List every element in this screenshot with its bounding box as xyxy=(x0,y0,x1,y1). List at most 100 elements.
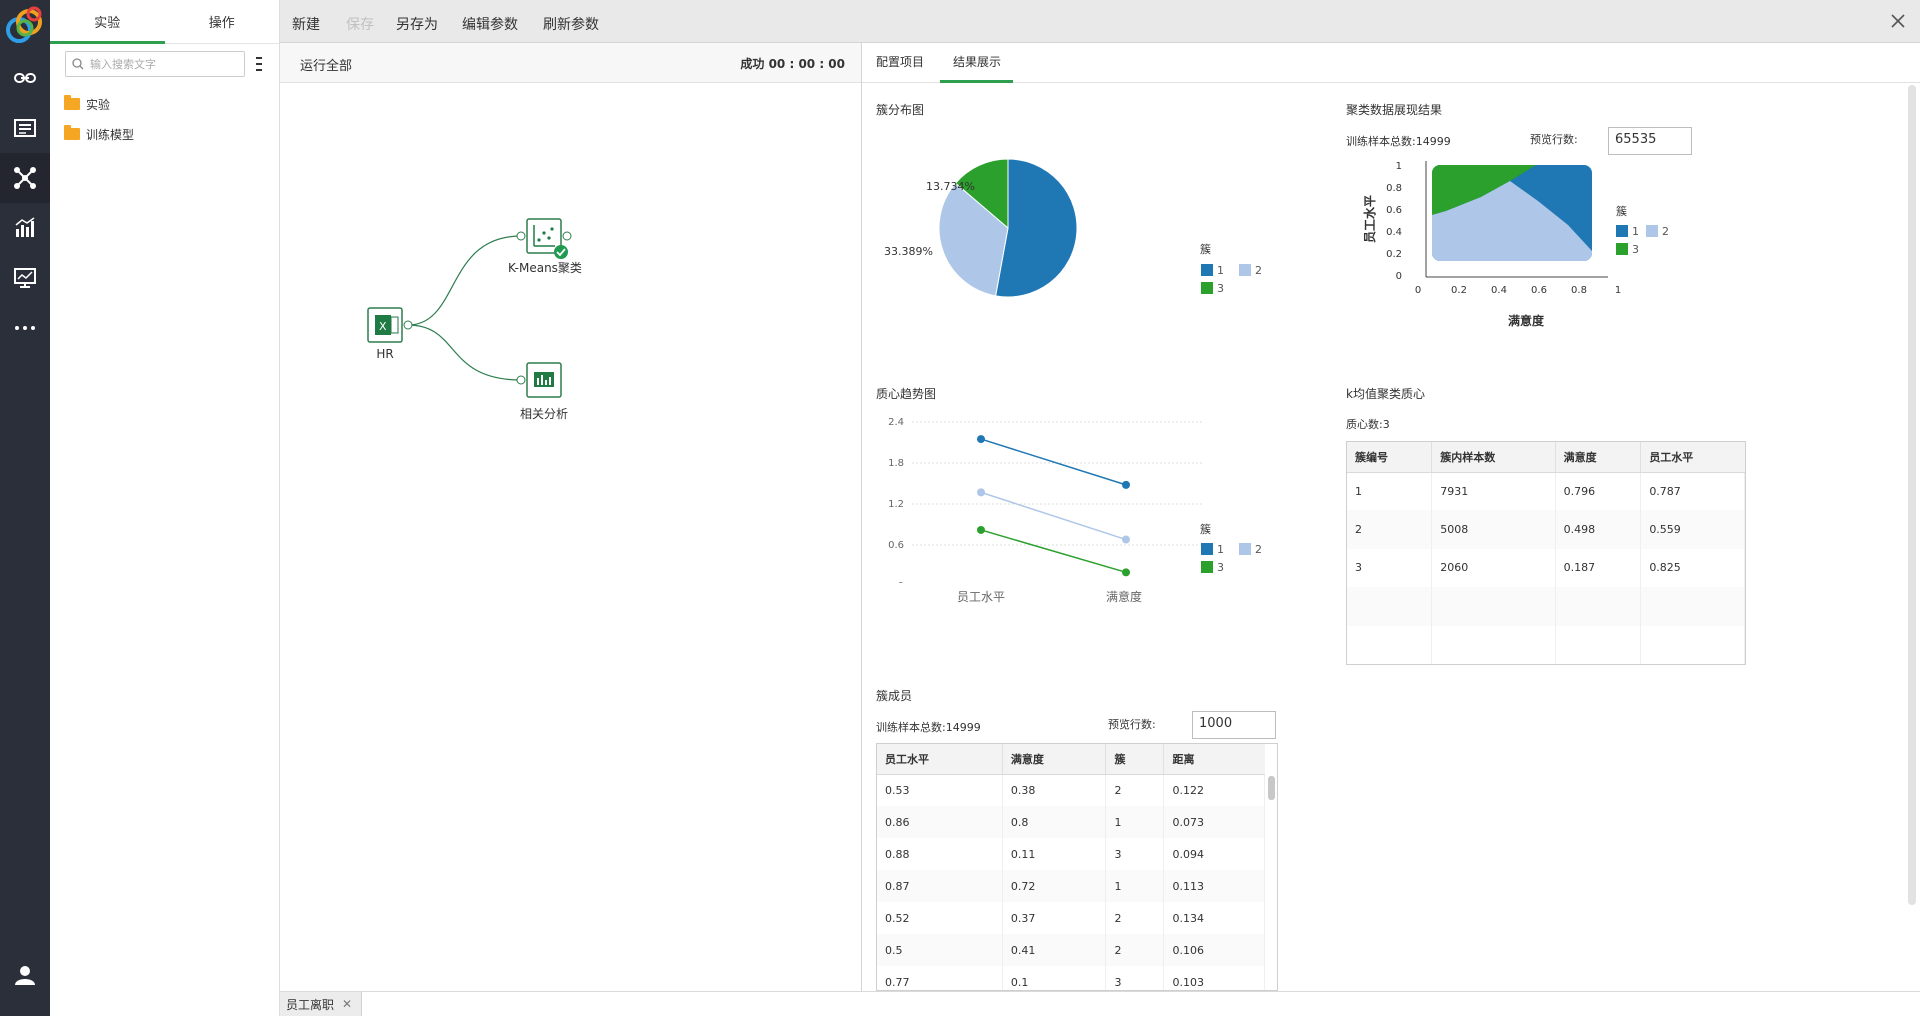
col-header[interactable]: 满意度 xyxy=(1002,744,1107,775)
tab-document-label: 员工离职 xyxy=(286,997,335,1012)
cell: 0.187 xyxy=(1555,548,1642,588)
table-row[interactable]: 3 2060 0.187 0.825 xyxy=(1347,548,1745,588)
close-icon[interactable] xyxy=(1888,11,1908,31)
close-tab-icon[interactable]: ✕ xyxy=(342,997,352,1011)
pie-chart: 13.734% 33.389% 簇 1 2 3 xyxy=(884,158,1262,298)
cell: 0.094 xyxy=(1163,838,1265,870)
col-header[interactable]: 簇 xyxy=(1105,744,1165,775)
col-header[interactable]: 距离 xyxy=(1163,744,1265,775)
tab-document[interactable]: 员工离职 ✕ xyxy=(280,992,362,1016)
save-as-button[interactable]: 另存为 xyxy=(396,14,438,34)
col-header[interactable]: 员工水平 xyxy=(1640,442,1745,473)
cell: 0.87 xyxy=(877,870,1003,902)
pie-legend-1: 1 xyxy=(1217,264,1224,277)
col-header[interactable]: 员工水平 xyxy=(877,744,1003,775)
tree-item-trained-models[interactable]: 训练模型 xyxy=(64,124,134,144)
scatter-xtick: 0.6 xyxy=(1531,285,1547,296)
tab-results[interactable]: 结果展示 xyxy=(940,53,1014,83)
cell: 2060 xyxy=(1431,548,1556,588)
pie-legend-swatch-3 xyxy=(1201,282,1213,294)
menu-icon[interactable] xyxy=(253,55,265,73)
pie-label-a: 13.734% xyxy=(926,180,975,193)
members-scrollbar[interactable] xyxy=(1268,776,1275,800)
centroid-title: k均值聚类质心 xyxy=(1346,387,1425,401)
node-hr[interactable]: X HR xyxy=(367,307,413,361)
rail-network-icon[interactable] xyxy=(0,153,50,203)
flow-header: 运行全部 成功 00 : 00 : 00 xyxy=(280,43,861,83)
cell: 2 xyxy=(1105,774,1165,806)
table-row[interactable]: 0.88 0.11 3 0.094 xyxy=(877,838,1265,870)
trend-point-2[interactable] xyxy=(977,488,985,497)
rail-dashboard-icon[interactable] xyxy=(0,253,50,303)
tab-experiment[interactable]: 实验 xyxy=(50,0,165,44)
rail-more-icon[interactable] xyxy=(0,303,50,353)
search-input[interactable] xyxy=(90,57,230,71)
table-row[interactable]: 0.86 0.8 1 0.073 xyxy=(877,806,1265,838)
new-button[interactable]: 新建 xyxy=(292,14,320,34)
node-corr-label: 相关分析 xyxy=(520,407,568,421)
trend-point-2[interactable] xyxy=(1122,535,1130,544)
trend-point-1[interactable] xyxy=(977,435,985,444)
cell: 0.37 xyxy=(1002,902,1107,934)
tree-item-experiment[interactable]: 实验 xyxy=(64,94,110,114)
scatter-legend-1: 1 xyxy=(1632,225,1639,238)
tab-operations[interactable]: 操作 xyxy=(165,0,280,43)
cell: 3 xyxy=(1105,838,1165,870)
scatter-xtick: 1 xyxy=(1615,285,1621,296)
search-icon xyxy=(72,58,84,70)
pie-legend-swatch-1 xyxy=(1201,264,1213,276)
trend-legend-swatch-1 xyxy=(1201,543,1213,555)
cell: 0.122 xyxy=(1163,774,1265,806)
svg-text:X: X xyxy=(379,320,387,333)
scatter-preview-input[interactable]: 65535 xyxy=(1608,127,1692,155)
save-button[interactable]: 保存 xyxy=(346,14,374,34)
centroid-count: 质心数:3 xyxy=(1346,418,1390,431)
run-all-button[interactable]: 运行全部 xyxy=(300,55,352,74)
members-preview-label: 预览行数: xyxy=(1108,718,1156,731)
cell: 1 xyxy=(1347,472,1433,511)
edit-params-button[interactable]: 编辑参数 xyxy=(462,14,518,34)
cell: 2 xyxy=(1105,902,1165,934)
members-preview-input[interactable]: 1000 xyxy=(1192,711,1276,739)
table-row[interactable]: 2 5008 0.498 0.559 xyxy=(1347,510,1745,549)
trend-ytick: 0.6 xyxy=(888,540,904,551)
edge-hr-corr xyxy=(407,324,522,381)
col-header[interactable]: 满意度 xyxy=(1555,442,1642,473)
table-row[interactable]: 0.87 0.72 1 0.113 xyxy=(877,870,1265,902)
trend-point-3[interactable] xyxy=(1122,568,1130,577)
trend-line-1 xyxy=(980,438,1127,486)
table-row[interactable]: 0.5 0.41 2 0.106 xyxy=(877,934,1265,966)
results-scrollbar[interactable] xyxy=(1908,85,1916,905)
centroid-table-wrap: 簇编号 簇内样本数 满意度 员工水平 1 7931 0.796 0.787 2 … xyxy=(1346,441,1746,665)
trend-point-3[interactable] xyxy=(977,525,985,534)
table-row[interactable]: 0.52 0.37 2 0.134 xyxy=(877,902,1265,934)
cell: 0.796 xyxy=(1555,472,1642,511)
toolbar: 新建 保存 另存为 编辑参数 刷新参数 xyxy=(280,0,1920,43)
centroid-table: 簇编号 簇内样本数 满意度 员工水平 1 7931 0.796 0.787 2 … xyxy=(1347,442,1745,664)
col-header[interactable]: 簇编号 xyxy=(1347,442,1433,473)
table-row[interactable]: 1 7931 0.796 0.787 xyxy=(1347,472,1745,511)
trend-point-1[interactable] xyxy=(1122,480,1130,489)
col-header[interactable]: 簇内样本数 xyxy=(1431,442,1556,473)
rail-list-icon[interactable] xyxy=(0,103,50,153)
cell: 0.8 xyxy=(1002,806,1107,838)
rail-chart-icon[interactable] xyxy=(0,203,50,253)
cell: 5008 xyxy=(1431,510,1556,549)
table-row[interactable]: 0.77 0.1 3 0.103 xyxy=(877,966,1265,990)
node-correlation[interactable]: 相关分析 xyxy=(516,362,568,421)
refresh-params-button[interactable]: 刷新参数 xyxy=(543,14,599,34)
document-tabs: 员工离职 ✕ xyxy=(280,991,1920,1016)
table-row[interactable]: 0.53 0.38 2 0.122 xyxy=(877,774,1265,806)
rail-link-icon[interactable] xyxy=(0,53,50,103)
cell: 0.38 xyxy=(1002,774,1107,806)
tab-config[interactable]: 配置项目 xyxy=(876,53,924,80)
cell: 0.1 xyxy=(1002,966,1107,990)
explorer-tabs: 实验 操作 xyxy=(50,0,279,44)
user-avatar-icon[interactable] xyxy=(0,950,50,1000)
scatter-chart: 1 0.8 0.6 0.4 0.2 0 0 0.2 0.4 0.6 0.8 1 … xyxy=(1362,161,1669,328)
scatter-ytick: 1 xyxy=(1396,161,1402,172)
cell: 0.134 xyxy=(1163,902,1265,934)
members-title: 簇成员 xyxy=(876,689,913,703)
cell: 0.72 xyxy=(1002,870,1107,902)
node-kmeans[interactable]: K-Means聚类 xyxy=(508,218,582,275)
